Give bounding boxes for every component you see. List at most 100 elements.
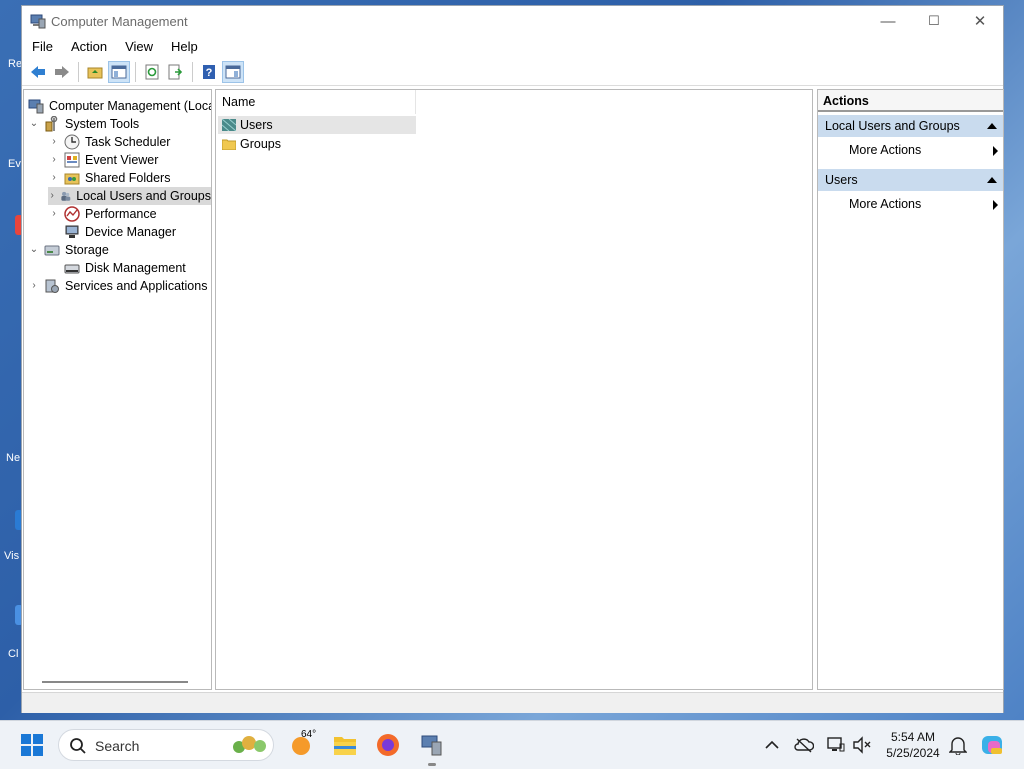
actions-section-local-users-and-groups[interactable]: Local Users and Groups: [818, 115, 1003, 137]
network-display-icon: [827, 737, 845, 752]
show-hide-action-pane-button[interactable]: [222, 60, 244, 83]
tree-item-label: Storage: [65, 243, 109, 257]
collapsed-chevron-icon[interactable]: ›: [48, 205, 60, 223]
tree-item-label: Computer Management (Local: [49, 99, 212, 113]
tree-item-disk-management[interactable]: Disk Management: [48, 259, 186, 277]
search-icon: [70, 738, 86, 754]
notifications-button[interactable]: [946, 733, 970, 757]
actions-section-users[interactable]: Users: [818, 169, 1003, 191]
tree-item-shared-folders[interactable]: › Shared Folders: [48, 169, 170, 187]
collapsed-chevron-icon[interactable]: ›: [28, 277, 40, 295]
tree-item-device-manager[interactable]: Device Manager: [48, 223, 176, 241]
tree-item-computer-management[interactable]: Computer Management (Local: [26, 97, 212, 115]
running-app-indicator: [428, 763, 436, 766]
tree-item-label: Device Manager: [85, 225, 177, 239]
close-button[interactable]: ✕: [957, 6, 1003, 36]
tree-item-services-and-applications[interactable]: › Services and Applications: [28, 277, 207, 295]
folder-icon: [222, 139, 236, 150]
clock-time: 5:54 AM: [890, 730, 936, 744]
event-viewer-icon: [64, 152, 80, 168]
clock-date: 5/25/2024: [886, 746, 940, 760]
up-one-level-button[interactable]: [84, 61, 106, 83]
expanded-chevron-icon[interactable]: ⌄: [28, 241, 40, 259]
details-list-pane[interactable]: Name Users Groups: [215, 89, 813, 690]
minimize-button[interactable]: —: [865, 6, 911, 36]
chevron-up-icon: [765, 740, 779, 749]
volume-button[interactable]: [850, 733, 874, 757]
collapse-triangle-icon[interactable]: [987, 177, 997, 183]
tree-item-label: Disk Management: [85, 261, 186, 275]
tree-item-label: Services and Applications: [65, 279, 208, 293]
show-hide-console-tree-button[interactable]: [108, 60, 130, 83]
maximize-button[interactable]: ☐: [911, 6, 957, 36]
storage-icon: [44, 245, 60, 256]
file-explorer-button[interactable]: [333, 733, 357, 757]
more-actions-item[interactable]: More Actions: [818, 193, 1003, 215]
export-list-button[interactable]: [165, 61, 187, 83]
refresh-button[interactable]: [141, 61, 163, 83]
export-list-icon: [168, 64, 183, 79]
tree-item-performance[interactable]: › Performance: [48, 205, 157, 223]
collapsed-chevron-icon[interactable]: ›: [48, 187, 56, 205]
network-button[interactable]: [824, 733, 848, 757]
folder-up-icon: [87, 67, 103, 78]
tree-item-storage[interactable]: ⌄ Storage: [28, 241, 109, 259]
system-clock[interactable]: 5:54 AM 5/25/2024: [880, 729, 946, 761]
forward-button[interactable]: [51, 61, 73, 83]
users-group-icon: [61, 191, 71, 201]
search-label: Search: [95, 738, 140, 754]
desktop-label-fragment: Vis: [4, 550, 20, 562]
desktop-label-fragment: Ne: [6, 452, 21, 464]
console-tree-icon: [111, 65, 127, 78]
help-button[interactable]: ?: [198, 61, 220, 83]
collapsed-chevron-icon[interactable]: ›: [48, 151, 60, 169]
tree-item-task-scheduler[interactable]: › Task Scheduler: [48, 133, 170, 151]
firefox-button[interactable]: [376, 733, 400, 757]
computer-management-icon: [421, 735, 442, 756]
users-folder-icon: [222, 119, 236, 131]
window-title: Computer Management: [51, 14, 188, 29]
shared-folder-icon: [64, 173, 80, 185]
expanded-chevron-icon[interactable]: ⌄: [28, 115, 40, 133]
windows-logo-icon: [21, 734, 43, 756]
weather-temperature: 64°: [301, 729, 317, 740]
tree-item-label: Event Viewer: [85, 153, 159, 167]
tree-item-system-tools[interactable]: ⌄ System Tools: [28, 115, 139, 133]
onedrive-status-button[interactable]: [792, 733, 816, 757]
more-actions-item[interactable]: More Actions: [818, 139, 1003, 161]
name-column-header[interactable]: Name: [216, 90, 416, 114]
computer-management-taskbar-button[interactable]: [420, 733, 444, 757]
device-manager-icon: [65, 225, 79, 238]
tree-item-label: Task Scheduler: [85, 135, 171, 149]
svg-text:?: ?: [206, 67, 213, 79]
start-button[interactable]: [20, 733, 44, 757]
console-tree-pane[interactable]: Computer Management (Local ⌄ System Tool…: [23, 89, 212, 690]
actions-section-label: Users: [825, 173, 858, 187]
show-hidden-icons-button[interactable]: [760, 733, 784, 757]
menu-view[interactable]: View: [115, 36, 161, 58]
folder-icon: [334, 737, 356, 755]
tree-item-event-viewer[interactable]: › Event Viewer: [48, 151, 158, 169]
collapsed-chevron-icon[interactable]: ›: [48, 169, 60, 187]
back-button[interactable]: [27, 61, 49, 83]
copilot-button[interactable]: [980, 733, 1004, 757]
back-arrow-icon: [31, 65, 45, 78]
menu-action[interactable]: Action: [61, 36, 115, 58]
list-item-groups[interactable]: Groups: [218, 135, 416, 153]
taskbar-search-box[interactable]: Search: [58, 729, 274, 761]
menu-help[interactable]: Help: [161, 36, 206, 58]
collapsed-chevron-icon[interactable]: ›: [48, 133, 60, 151]
collapse-triangle-icon[interactable]: [987, 123, 997, 129]
toolbar-separator: [78, 61, 79, 82]
tree-item-label: Local Users and Groups: [76, 189, 211, 203]
computer-management-icon: [28, 99, 44, 114]
toolbar-separator: [135, 61, 136, 82]
tree-horizontal-scrollbar[interactable]: [42, 681, 188, 683]
menu-file[interactable]: File: [22, 36, 61, 58]
actions-section-label: Local Users and Groups: [825, 119, 960, 133]
tree-item-local-users-and-groups[interactable]: › Local Users and Groups: [48, 187, 211, 205]
computer-management-icon: [30, 14, 46, 29]
firefox-icon: [377, 734, 399, 756]
list-item-users[interactable]: Users: [218, 116, 416, 134]
title-bar[interactable]: Computer Management — ☐ ✕: [22, 6, 1003, 36]
